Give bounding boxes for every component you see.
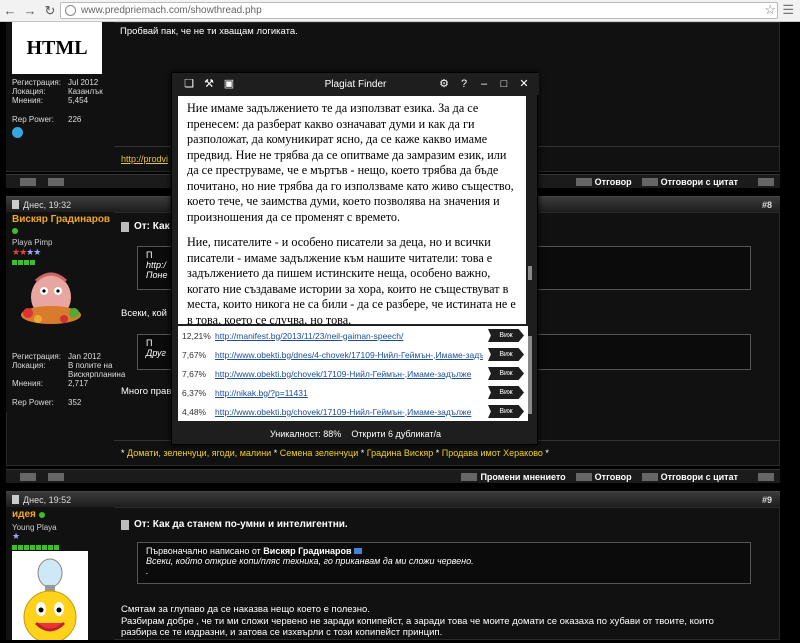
user-stat: Локация: В полите на Вискярпланина (12, 361, 126, 379)
view-post-icon[interactable] (354, 548, 363, 554)
post-author-name[interactable]: идея (12, 509, 36, 520)
user-stat: Регистрация: Jan 2012 (12, 352, 101, 361)
address-bar[interactable]: www.predpriemach.com/showthread.php (60, 2, 778, 19)
user-title: Playa Pimp (12, 238, 53, 247)
post-author-name[interactable]: Вискяр Градинаров (12, 214, 110, 225)
text-paragraph: Ние, писателите - и особено писатели за … (187, 235, 516, 324)
close-icon[interactable]: ✕ (517, 77, 531, 91)
post-number[interactable]: #9 (762, 495, 772, 505)
reply-with-quote-button[interactable]: Отговори с цитат (641, 472, 738, 482)
back-arrow-icon[interactable]: ← (0, 1, 20, 21)
settings-gear-icon[interactable]: ⚙ (437, 77, 451, 91)
result-link[interactable]: http://nikak.bg/?p=11431 (215, 388, 483, 398)
reload-icon[interactable]: ↻ (40, 1, 60, 21)
post-date: Днес, 19:52 (23, 494, 72, 505)
view-button[interactable]: Виж (488, 348, 524, 361)
post-previous-text: Пробвай пак, че не ти хващам логиката. (120, 26, 298, 37)
report-icon[interactable] (758, 177, 774, 186)
duplicates-count: Открити 6 дубликат/а (351, 429, 442, 439)
view-button[interactable]: Виж (488, 386, 524, 399)
browser-menu-icon[interactable]: ☰ (782, 2, 794, 18)
uniqueness-value: Уникалност: 88% (269, 429, 342, 439)
result-link[interactable]: http://www.obekti.bg/chovek/17109-Нийл-Г… (215, 407, 483, 417)
result-link[interactable]: http://www.obekti.bg/chovek/17109-Нийл-Г… (215, 369, 483, 379)
skype-icon[interactable] (12, 127, 23, 138)
post-title: От: Как да станем по-умни и интелигентни… (121, 519, 348, 530)
result-row: 6,37% http://nikak.bg/?p=11431 Виж (178, 383, 528, 402)
report-icon[interactable] (758, 472, 774, 481)
user-stat: Мнения: 5,454 (12, 96, 89, 105)
quote-block-edge (538, 246, 751, 290)
results-scrollbar[interactable] (526, 326, 534, 421)
edit-post-button[interactable]: Промени мнението (461, 472, 566, 482)
wrench-icon[interactable]: ⚒ (202, 77, 216, 91)
quote-author[interactable]: Вискяр Градинаров (263, 546, 351, 556)
reply-button[interactable]: Отговор (575, 472, 632, 482)
user-rep: Rep Power: 226 (12, 115, 82, 124)
post-text: Всеки, кой (121, 308, 167, 319)
online-status-icon (38, 511, 45, 518)
post-previous-userbox: HTML Регистрация: Jul 2012 Локация: Казанл… (6, 22, 114, 170)
browser-toolbar: ← → ↻ www.predpriemach.com/showthread.ph… (0, 0, 800, 22)
reply-button[interactable]: Отговор (575, 177, 632, 187)
cube-icon[interactable]: ❏ (182, 77, 196, 91)
post-icon (12, 200, 19, 209)
result-link[interactable]: http://manifest.bg/2013/11/23/neil-gaima… (215, 331, 483, 341)
post-date: Днес, 19:32 (23, 199, 72, 210)
result-row: 4,48% http://www.obekti.bg/chovek/17109-… (178, 402, 528, 421)
user-stat: Мнения: 2,717 (12, 379, 89, 388)
address-bar-url: www.predpriemach.com/showthread.php (81, 5, 262, 16)
post-text: Смятам за глупаво да се наказва нещо кое… (121, 604, 714, 638)
post-title-icon (121, 519, 129, 530)
window-title: Plagiat Finder (324, 78, 387, 90)
avatar-image (12, 551, 88, 643)
quote-block-edge (538, 334, 751, 370)
text-scrollbar[interactable] (526, 96, 534, 324)
signature-link[interactable]: Продава имот Хераково (442, 448, 543, 458)
post-previous-link[interactable]: http://prodvi (121, 154, 168, 164)
user-rep: Rep Power: 352 (12, 398, 82, 407)
post-title-icon (121, 221, 129, 232)
post-9-userbox: идея Young Playa ★ (6, 507, 114, 643)
signature: * Домати, зеленчуци, ягоди, малини * Сем… (121, 448, 549, 458)
rank-star-icon: ★ (12, 531, 21, 541)
user-stat: Регистрация: Jul 2012 (12, 78, 99, 87)
results-list: 12,21% http://manifest.bg/2013/11/23/nei… (178, 326, 528, 421)
signature-link[interactable]: Семена зеленчуци (280, 448, 359, 458)
plagiat-finder-window: ❏ ⚒ ▣ Plagiat Finder ⚙ ? – □ ✕ Ние имаме… (171, 72, 539, 445)
post-number[interactable]: #8 (762, 200, 772, 210)
minimize-icon[interactable]: – (477, 77, 491, 91)
text-paragraph: Ние имаме задължението те да използват е… (187, 101, 514, 224)
quote-block: Първоначално написано от Вискяр Градинар… (137, 542, 751, 584)
html-badge-avatar: HTML (12, 22, 102, 74)
reply-with-quote-button[interactable]: Отговори с цитат (641, 177, 738, 187)
signature-link[interactable]: Градина Вискяр (367, 448, 433, 458)
result-row: 12,21% http://manifest.bg/2013/11/23/nei… (178, 326, 528, 345)
post-8-footer: Промени мнението Отговор Отговори с цита… (6, 469, 780, 483)
post-title: От: Как (121, 221, 170, 232)
user-stat: Локация: Казанлък (12, 87, 103, 96)
avatar-image (18, 267, 84, 327)
checked-text-area[interactable]: Ние имаме задължението те да използват е… (178, 96, 528, 324)
view-button[interactable]: Виж (488, 405, 524, 418)
post-8-userbox: Вискяр Градинаров Playa Pimp ★★★★ Регист… (6, 212, 125, 412)
post-9-header: Днес, 19:52 #9 (6, 491, 780, 507)
signature-link[interactable]: Домати, зеленчуци, ягоди, малини (127, 448, 271, 458)
view-button[interactable]: Виж (488, 367, 524, 380)
result-row: 7,67% http://www.obekti.bg/chovek/17109-… (178, 364, 528, 383)
post-icon (12, 495, 19, 504)
view-button[interactable]: Виж (488, 329, 524, 342)
page-info-icon[interactable] (65, 5, 76, 16)
status-bar: Уникалност: 88% Открити 6 дубликат/а (172, 425, 539, 443)
online-status-icon (12, 228, 18, 234)
maximize-icon[interactable]: □ (497, 77, 511, 91)
result-row: 7,67% http://www.obekti.bg/dnes/4-chovek… (178, 345, 528, 364)
save-icon[interactable]: ▣ (222, 77, 236, 91)
bookmark-star-icon[interactable]: ☆ (764, 2, 776, 18)
plagiat-finder-titlebar[interactable]: ❏ ⚒ ▣ Plagiat Finder ⚙ ? – □ ✕ (172, 73, 539, 95)
forward-arrow-icon[interactable]: → (20, 1, 40, 21)
post-text: Много прав (121, 386, 172, 397)
result-link[interactable]: http://www.obekti.bg/dnes/4-chovek/17109… (215, 350, 483, 360)
help-icon[interactable]: ? (457, 77, 471, 91)
